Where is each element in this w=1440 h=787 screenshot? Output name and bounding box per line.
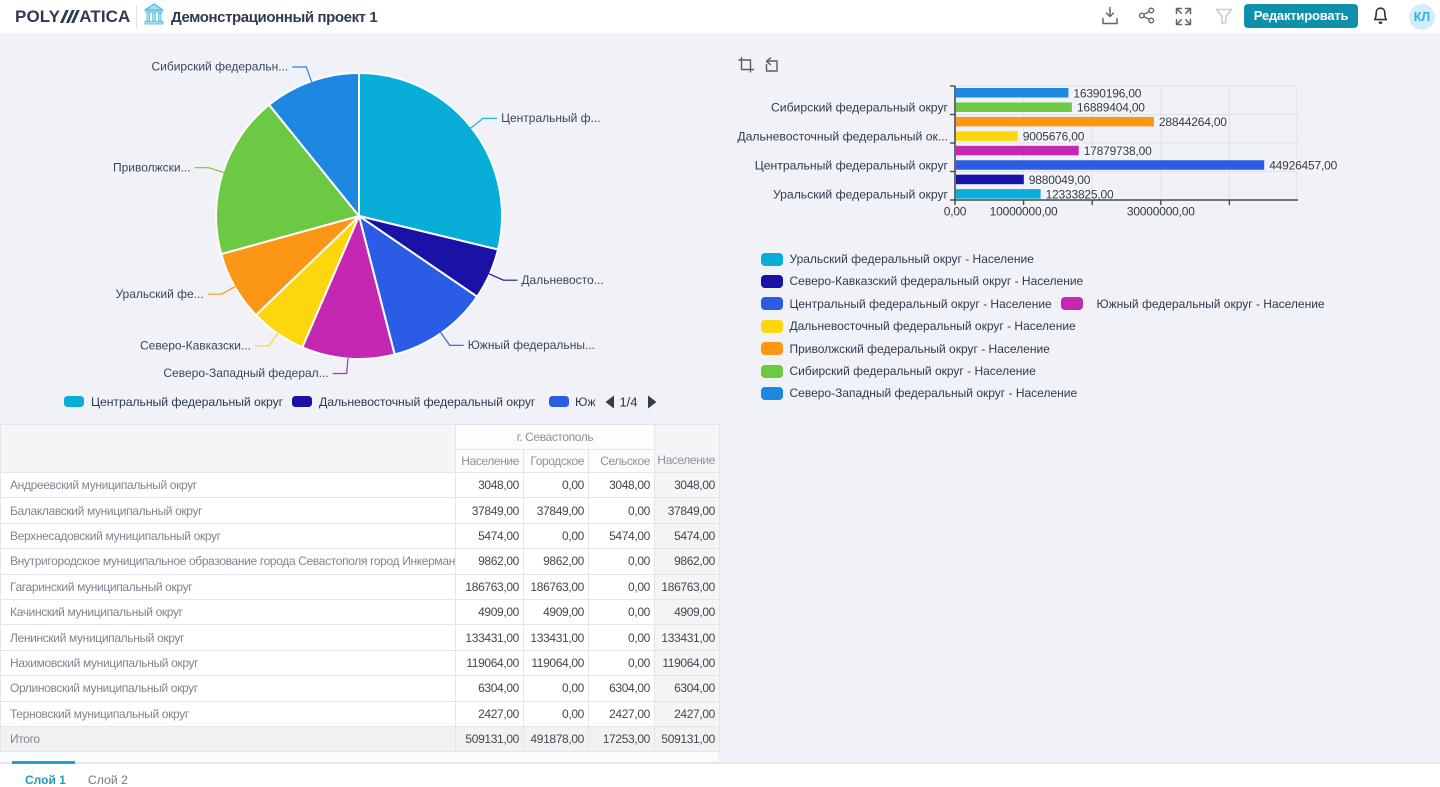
svg-text:9005676,00: 9005676,00 <box>1023 130 1085 144</box>
svg-text:0,00: 0,00 <box>944 205 967 219</box>
svg-text:30000000,00: 30000000,00 <box>1127 205 1195 219</box>
svg-text:Дальневосточный федеральный ок: Дальневосточный федеральный ок... <box>737 130 948 144</box>
svg-text:17879738,00: 17879738,00 <box>1084 144 1152 158</box>
svg-text:1/4: 1/4 <box>619 395 637 409</box>
svg-text:16390196,00: 16390196,00 <box>1073 86 1141 100</box>
svg-text:28844264,00: 28844264,00 <box>1159 115 1227 129</box>
svg-text:Уральский федеральный округ: Уральский федеральный округ <box>773 187 949 201</box>
svg-text:Северо-Кавказски...: Северо-Кавказски... <box>140 338 251 352</box>
svg-text:Центральный федеральный округ: Центральный федеральный округ <box>755 159 949 173</box>
svg-text:Приволжски...: Приволжски... <box>113 160 191 174</box>
svg-text:44926457,00: 44926457,00 <box>1269 159 1337 173</box>
svg-text:Центральный ф...: Центральный ф... <box>501 111 600 125</box>
svg-text:Дальневосто...: Дальневосто... <box>521 273 603 287</box>
svg-text:9880049,00: 9880049,00 <box>1029 173 1091 187</box>
svg-text:10000000,00: 10000000,00 <box>990 205 1058 219</box>
svg-text:16889404,00: 16889404,00 <box>1077 101 1145 115</box>
svg-text:Сибирский федеральн...: Сибирский федеральн... <box>151 60 288 74</box>
svg-text:Южный федеральны...: Южный федеральны... <box>468 338 595 352</box>
svg-text:Уральский фе...: Уральский фе... <box>115 287 203 301</box>
svg-text:Сибирский федеральный округ: Сибирский федеральный округ <box>771 101 949 115</box>
svg-text:Северо-Западный федерал...: Северо-Западный федерал... <box>163 366 328 380</box>
